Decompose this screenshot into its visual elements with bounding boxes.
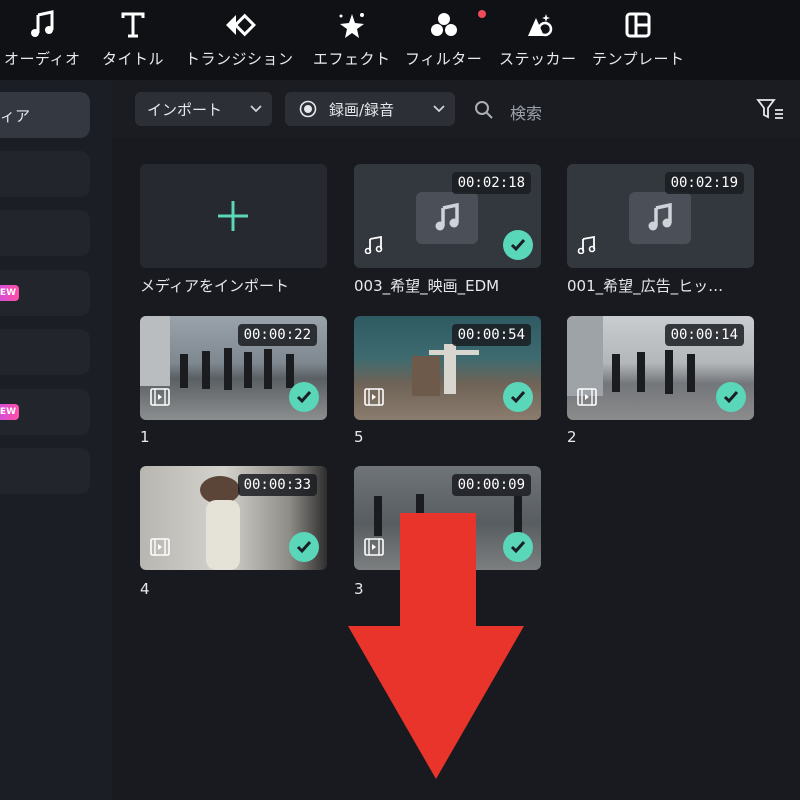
media-item-audio[interactable]: 00:02:18 bbox=[354, 164, 541, 268]
text-t-icon bbox=[116, 8, 150, 42]
import-dropdown[interactable]: インポート bbox=[135, 92, 272, 126]
music-thumbnail-icon bbox=[416, 192, 478, 244]
video-type-icon bbox=[150, 388, 170, 406]
media-caption: 1 bbox=[140, 428, 150, 446]
duration-badge: 00:02:18 bbox=[451, 172, 531, 194]
media-item-video[interactable]: 00:00:22 bbox=[140, 316, 327, 420]
sidebar-item[interactable]: NEW bbox=[0, 389, 90, 435]
imported-check-icon bbox=[289, 382, 319, 412]
media-item-video[interactable]: 00:00:33 bbox=[140, 466, 327, 570]
toolbar-sticker[interactable]: ステッカー bbox=[499, 8, 577, 69]
toolbar-audio[interactable]: オーディオ bbox=[4, 8, 80, 69]
record-dropdown-label: 録画/録音 bbox=[329, 100, 395, 119]
import-dropdown-label: インポート bbox=[147, 100, 223, 119]
imported-check-icon bbox=[716, 382, 746, 412]
search-input[interactable]: 検索 bbox=[510, 100, 542, 124]
import-media-card[interactable] bbox=[140, 164, 327, 268]
toolbar-audio-label: オーディオ bbox=[4, 50, 81, 68]
duration-badge: 00:02:19 bbox=[664, 172, 744, 194]
media-caption: 2 bbox=[567, 428, 577, 446]
search-icon[interactable] bbox=[474, 100, 494, 120]
video-type-icon bbox=[364, 388, 384, 406]
video-type-icon bbox=[150, 538, 170, 556]
music-note-icon bbox=[25, 8, 59, 42]
sidebar-item-media[interactable]: ィア bbox=[0, 92, 90, 138]
audio-type-icon bbox=[577, 236, 596, 254]
sidebar-item[interactable] bbox=[0, 151, 90, 197]
filter-circles-icon bbox=[427, 8, 461, 42]
media-item-video[interactable]: 00:00:14 bbox=[567, 316, 754, 420]
effect-sparkle-icon bbox=[335, 8, 369, 42]
filter-funnel-icon[interactable] bbox=[756, 98, 784, 120]
duration-badge: 00:00:14 bbox=[664, 324, 744, 346]
media-caption: 4 bbox=[140, 580, 150, 598]
toolbar-title[interactable]: タイトル bbox=[102, 8, 164, 69]
plus-icon bbox=[218, 201, 248, 231]
toolbar-template[interactable]: テンプレート bbox=[592, 8, 685, 69]
sidebar-item[interactable] bbox=[0, 329, 90, 375]
toolbar-transition-label: トランジション bbox=[185, 50, 294, 68]
duration-badge: 00:00:54 bbox=[451, 324, 531, 346]
sticker-icon bbox=[521, 8, 555, 42]
imported-check-icon bbox=[503, 382, 533, 412]
media-caption: 003_希望_映画_EDM bbox=[354, 277, 500, 295]
media-item-video[interactable]: 00:00:54 bbox=[354, 316, 541, 420]
media-item-audio[interactable]: 00:02:19 bbox=[567, 164, 754, 268]
transition-icon bbox=[222, 8, 257, 42]
toolbar-template-label: テンプレート bbox=[592, 50, 685, 68]
toolbar-filter-label: フィルター bbox=[405, 50, 483, 68]
imported-check-icon bbox=[289, 532, 319, 562]
record-dropdown[interactable]: 録画/録音 bbox=[285, 92, 455, 126]
toolbar-transition[interactable]: トランジション bbox=[185, 8, 294, 69]
toolbar-title-label: タイトル bbox=[102, 50, 165, 68]
sidebar: ィア EW NEW bbox=[0, 80, 113, 800]
sidebar-item[interactable]: EW bbox=[0, 270, 90, 316]
new-badge: EW bbox=[0, 285, 19, 301]
toolbar-sticker-label: ステッカー bbox=[499, 50, 577, 68]
media-caption: 001_希望_広告_ヒッ… bbox=[567, 277, 724, 295]
arrow-down-icon bbox=[348, 513, 524, 779]
duration-badge: 00:00:22 bbox=[237, 324, 317, 346]
sidebar-item[interactable] bbox=[0, 210, 90, 256]
new-badge: NEW bbox=[0, 404, 19, 420]
chevron-down-icon bbox=[433, 105, 445, 113]
template-icon bbox=[621, 8, 655, 42]
media-caption: 5 bbox=[354, 428, 364, 446]
notification-dot bbox=[478, 10, 486, 18]
duration-badge: 00:00:09 bbox=[451, 474, 531, 496]
video-type-icon bbox=[577, 388, 597, 406]
top-toolbar: オーディオ タイトル トランジション エフェクト フィルター ステッカー テンプ… bbox=[0, 0, 800, 81]
record-icon bbox=[299, 100, 317, 118]
duration-badge: 00:00:33 bbox=[237, 474, 317, 496]
toolbar-filter[interactable]: フィルター bbox=[405, 8, 486, 69]
imported-check-icon bbox=[503, 230, 533, 260]
toolbar-effect-label: エフェクト bbox=[313, 50, 391, 68]
sidebar-item[interactable] bbox=[0, 448, 90, 494]
chevron-down-icon bbox=[250, 105, 262, 113]
toolbar-effect[interactable]: エフェクト bbox=[313, 8, 391, 69]
music-thumbnail-icon bbox=[629, 192, 691, 244]
audio-type-icon bbox=[364, 236, 383, 254]
sidebar-item-media-label: ィア bbox=[0, 107, 31, 125]
media-toolbar: インポート 録画/録音 検索 bbox=[112, 80, 800, 139]
import-media-caption: メディアをインポート bbox=[140, 277, 289, 295]
